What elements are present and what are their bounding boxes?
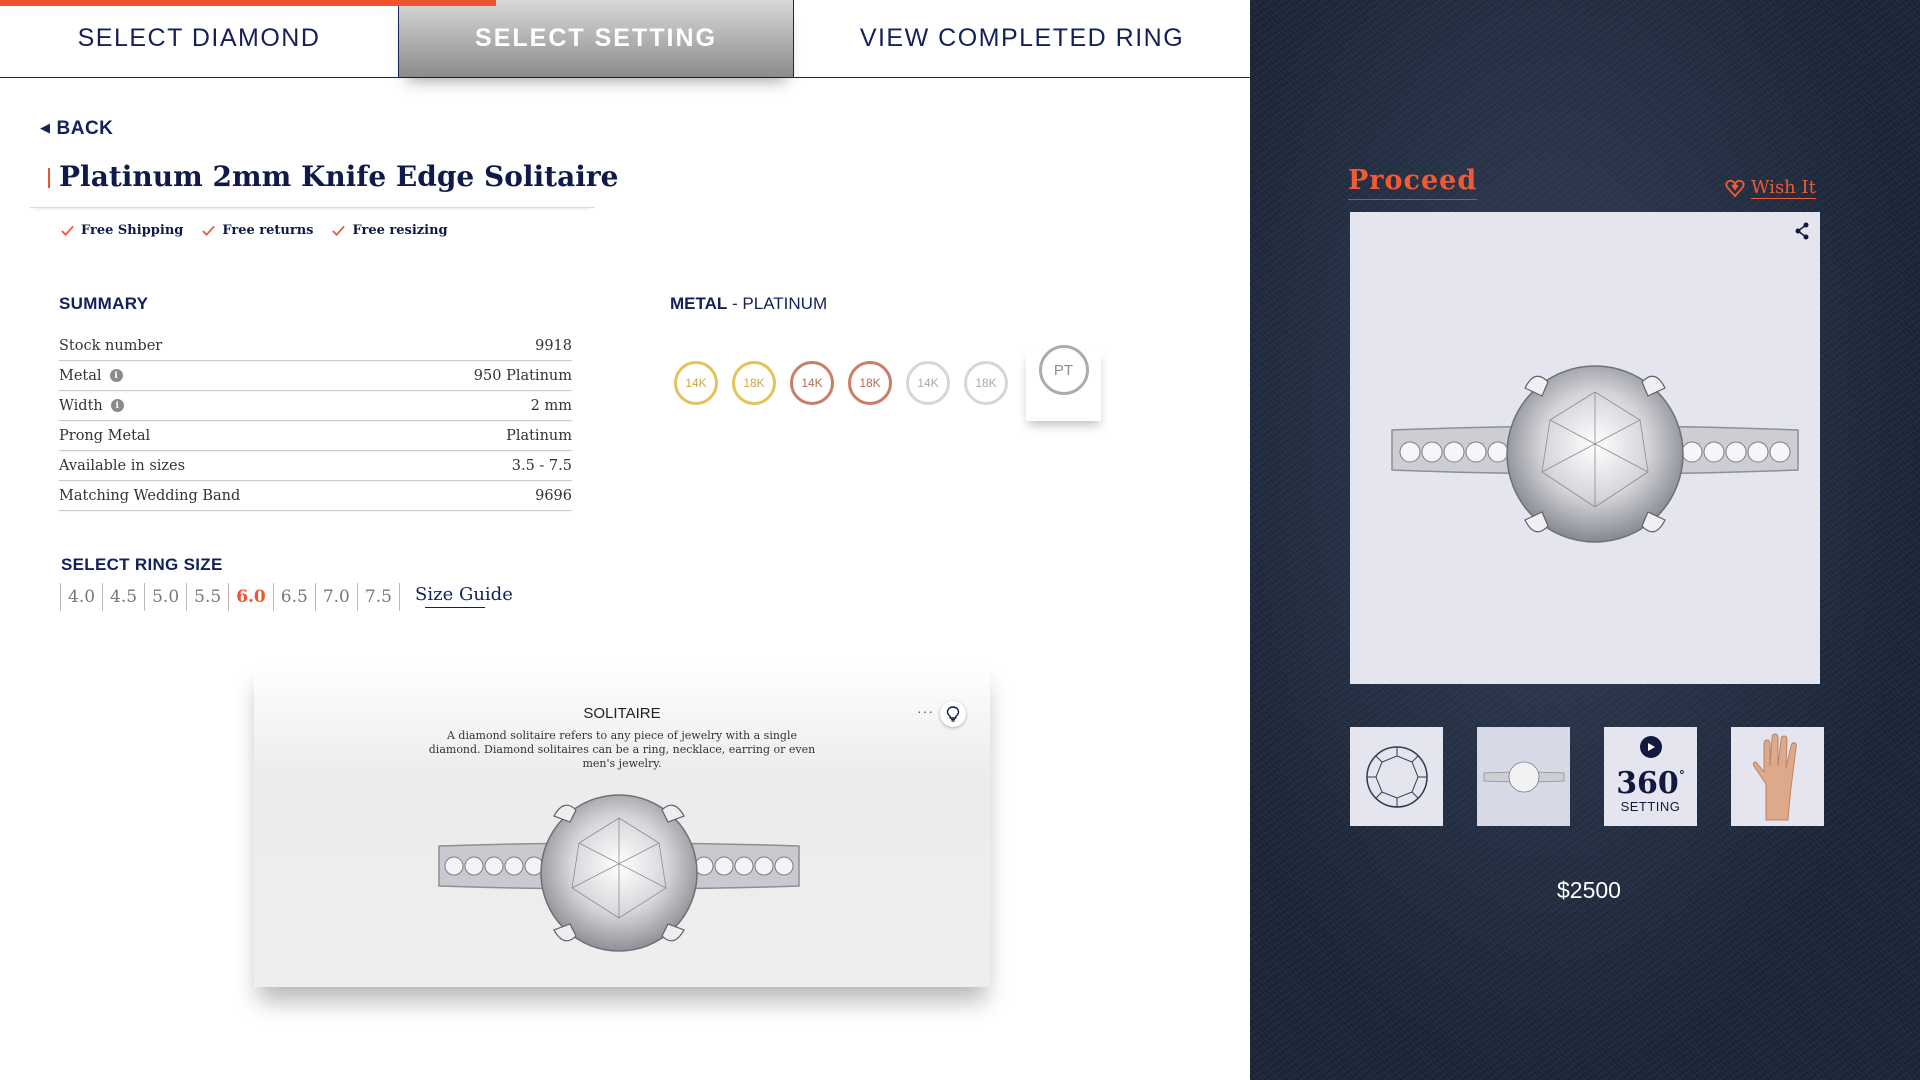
summary-value: 3.5 - 7.5	[511, 457, 572, 474]
wish-it-label: Wish It	[1751, 177, 1816, 199]
price-label: $2500	[1557, 877, 1621, 903]
back-label: BACK	[56, 118, 114, 139]
heart-diamond-icon	[1725, 179, 1745, 198]
summary-row: Matching Wedding Band 9696	[59, 481, 572, 511]
view-360-number: 360°	[1616, 765, 1685, 801]
check-icon	[202, 225, 216, 236]
main-product-image[interactable]	[1350, 212, 1820, 684]
configurator-panel: SELECT DIAMOND SELECT SETTING VIEW COMPL…	[0, 0, 1250, 1080]
metal-option-14k-rose[interactable]: 14K	[790, 361, 834, 405]
info-card: SOLITAIRE A diamond solitaire refers to …	[254, 663, 990, 987]
size-option[interactable]: 5.5	[187, 583, 230, 611]
size-option-selected[interactable]: 6.0	[229, 583, 274, 611]
size-option[interactable]: 4.0	[61, 583, 104, 611]
perk-label: Free resizing	[352, 223, 448, 238]
step-tabs: SELECT DIAMOND SELECT SETTING VIEW COMPL…	[0, 0, 1250, 78]
more-options-icon[interactable]: ···	[917, 703, 934, 719]
view-360-label: SETTING	[1620, 798, 1681, 814]
summary-value: 2 mm	[530, 397, 572, 414]
step-progress-bar	[0, 0, 496, 6]
summary-row: Prong Metal Platinum	[59, 421, 572, 451]
summary-value: 9696	[535, 487, 572, 504]
wish-it-button[interactable]: Wish It	[1725, 177, 1816, 199]
check-icon	[332, 225, 346, 236]
info-icon[interactable]: i	[110, 399, 124, 412]
thumbnail-strip: 360° SETTING	[1350, 727, 1824, 826]
info-card-description: A diamond solitaire refers to any piece …	[428, 729, 816, 770]
ring-size-heading: SELECT RING SIZE	[61, 555, 223, 574]
summary-row: Width i 2 mm	[59, 391, 572, 421]
tab-select-setting[interactable]: SELECT SETTING	[399, 0, 794, 77]
share-icon[interactable]	[1794, 222, 1810, 245]
size-option[interactable]: 7.5	[358, 583, 400, 611]
metal-selected-name: PLATINUM	[742, 294, 828, 313]
summary-table: Stock number 9918 Metal i 950 Platinum Wi…	[59, 331, 572, 511]
size-guide-link[interactable]: Size Guide	[415, 584, 513, 608]
back-arrow-icon: ◀	[40, 120, 51, 135]
summary-label: Metal	[59, 367, 102, 384]
metal-option-platinum[interactable]: PT	[1038, 345, 1089, 395]
page-title: Platinum 2mm Knife Edge Solitaire	[59, 160, 619, 193]
perks-list: Free Shipping Free returns Free resizing	[60, 223, 448, 238]
perk-label: Free Shipping	[81, 223, 184, 238]
perk-item: Free Shipping	[60, 223, 183, 238]
summary-row: Available in sizes 3.5 - 7.5	[59, 451, 572, 481]
summary-heading: SUMMARY	[59, 294, 149, 313]
size-option[interactable]: 7.0	[316, 583, 358, 611]
summary-label: Matching Wedding Band	[59, 487, 241, 504]
thumbnail-360-view[interactable]: 360° SETTING	[1604, 727, 1697, 826]
perk-item: Free resizing	[331, 223, 448, 238]
ring-illustration	[438, 794, 800, 952]
check-icon	[61, 225, 74, 236]
summary-label: Width	[59, 397, 103, 414]
summary-value: Platinum	[506, 427, 572, 444]
perk-item: Free returns	[201, 223, 313, 238]
metal-option-18k-white[interactable]: 18K	[964, 361, 1008, 405]
metal-heading-label: METAL	[670, 294, 728, 313]
metal-option-14k-yellow[interactable]: 14K	[674, 361, 718, 405]
ring-size-selector: 4.0 4.5 5.0 5.5 6.0 6.5 7.0 7.5	[60, 583, 400, 611]
size-option[interactable]: 6.5	[274, 583, 316, 611]
summary-row: Metal i 950 Platinum	[59, 361, 572, 391]
thumbnail-diamond-shape[interactable]	[1350, 727, 1443, 826]
tab-view-completed-ring[interactable]: VIEW COMPLETED RING	[794, 0, 1250, 77]
summary-label: Stock number	[59, 337, 163, 354]
diamond-outline-icon	[1365, 745, 1428, 808]
metal-option-18k-rose[interactable]: 18K	[848, 361, 892, 405]
size-option[interactable]: 4.5	[103, 583, 146, 611]
info-card-title: SOLITAIRE	[583, 705, 661, 722]
ring-thumbnail-icon	[1483, 761, 1564, 792]
summary-label: Available in sizes	[59, 457, 186, 474]
proceed-button[interactable]: Proceed	[1348, 165, 1478, 200]
summary-value: 950 Platinum	[473, 367, 572, 384]
metal-options: 14K 18K 14K 18K 14K 18K PT	[674, 345, 1101, 421]
size-option[interactable]: 5.0	[145, 583, 188, 611]
metal-option-selected-frame: PT	[1026, 345, 1101, 421]
summary-label: Prong Metal	[59, 427, 151, 444]
summary-value: 9918	[535, 337, 572, 354]
title-block: Platinum 2mm Knife Edge Solitaire	[30, 158, 618, 208]
ring-main-illustration	[1391, 365, 1799, 543]
play-icon	[1639, 735, 1662, 758]
metal-option-18k-yellow[interactable]: 18K	[732, 361, 776, 405]
tab-select-diamond[interactable]: SELECT DIAMOND	[0, 0, 399, 77]
perk-label: Free returns	[222, 223, 314, 238]
title-accent-bar	[48, 168, 50, 188]
thumbnail-hand-view[interactable]	[1731, 727, 1824, 826]
hand-icon	[1752, 732, 1797, 820]
preview-panel: Proceed Wish It 360° SETTING $2500	[1250, 0, 1920, 1080]
metal-option-14k-white[interactable]: 14K	[906, 361, 950, 405]
back-link[interactable]: ◀ BACK	[40, 118, 113, 140]
summary-row: Stock number 9918	[59, 331, 572, 361]
info-icon[interactable]: i	[109, 369, 123, 382]
thumbnail-ring-photo[interactable]	[1477, 727, 1570, 826]
metal-heading: METAL - PLATINUM	[670, 294, 828, 313]
lightbulb-icon[interactable]	[940, 701, 966, 727]
